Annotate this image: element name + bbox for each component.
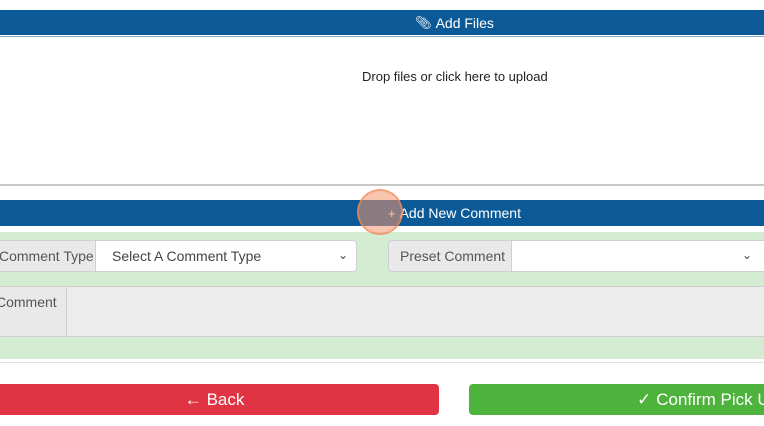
check-icon: ✓ <box>637 389 652 409</box>
back-button[interactable]: ← Back <box>0 384 439 415</box>
preset-comment-label: Preset Comment <box>388 240 512 272</box>
comment-type-label: Comment Type <box>0 240 96 272</box>
dropzone-text: Drop files or click here to upload <box>362 69 548 84</box>
file-dropzone[interactable]: Drop files or click here to upload <box>0 37 764 186</box>
confirm-pick-up-button[interactable]: ✓ Confirm Pick Up <box>469 384 764 415</box>
divider <box>0 362 764 363</box>
comment-label: Comment <box>0 286 67 337</box>
add-new-comment-button[interactable]: + Add New Comment <box>0 200 764 226</box>
comment-textarea[interactable] <box>66 286 764 337</box>
paperclip-icon: 📎︎ <box>415 14 432 30</box>
chevron-down-icon: ⌄ <box>741 248 752 262</box>
add-files-button[interactable]: 📎︎ Add Files <box>0 10 764 35</box>
back-label: Back <box>206 389 245 409</box>
comment-type-select[interactable]: Select A Comment Type ⌄ <box>95 240 357 272</box>
add-files-label: Add Files <box>435 14 494 31</box>
comment-type-value: Select A Comment Type <box>112 248 262 264</box>
arrow-left-icon: ← <box>184 389 202 409</box>
plus-icon: + <box>388 205 396 221</box>
add-new-comment-label: Add New Comment <box>399 205 521 221</box>
chevron-down-icon: ⌄ <box>337 248 348 262</box>
preset-comment-select[interactable]: ⌄ <box>511 240 764 272</box>
confirm-label: Confirm Pick Up <box>656 389 764 409</box>
